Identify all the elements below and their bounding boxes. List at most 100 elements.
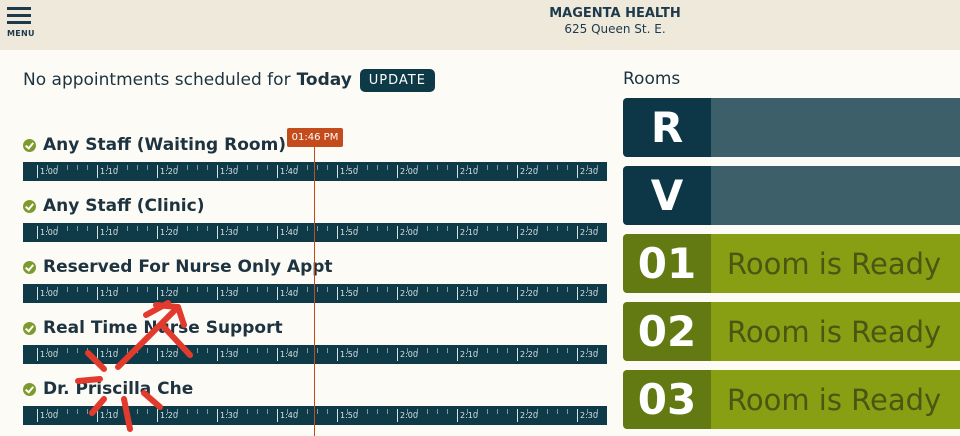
- minor-tick: [87, 409, 88, 414]
- minor-tick: [547, 226, 548, 231]
- minor-tick: [567, 409, 568, 414]
- minor-tick: [147, 287, 148, 292]
- timeline-tick: 2:20: [517, 406, 577, 425]
- minor-tick: [487, 287, 488, 292]
- staff-timeline[interactable]: 1:00 1:10 1:20 1:30 1:40 1:50 2:00 2:10 2:20 2:30: [23, 223, 607, 242]
- staff-timeline[interactable]: 1:00 1:10 1:20 1:30 1:40 1:50 2:00 2:10 2:20 2:30: [23, 162, 607, 181]
- room-tile[interactable]: V: [623, 166, 960, 225]
- minor-tick: [557, 165, 558, 170]
- staff-title[interactable]: Dr. Priscilla Che: [23, 377, 193, 401]
- timeline-label: 1:10: [100, 350, 118, 359]
- staff-timeline[interactable]: 1:00 1:10 1:20 1:30 1:40 1:50 2:00 2:10 2:20 2:30: [23, 345, 607, 364]
- staff-name: Dr. Priscilla Che: [43, 379, 194, 399]
- timeline-tick: 2:00: [397, 284, 457, 303]
- timeline-tick: 2:10: [457, 345, 517, 364]
- minor-tick: [507, 287, 508, 292]
- tick-mark: [577, 287, 578, 300]
- minor-tick: [197, 287, 198, 292]
- timeline-tick: 1:20: [157, 223, 217, 242]
- staff-title[interactable]: Real Time Nurse Support: [23, 316, 283, 340]
- minor-tick: [497, 226, 498, 231]
- timeline-tick: 2:10: [457, 223, 517, 242]
- hamburger-icon-bar: [7, 21, 31, 24]
- minor-tick: [367, 409, 368, 414]
- minor-tick: [387, 287, 388, 292]
- timeline-tick: 2:00: [397, 223, 457, 242]
- minor-tick: [147, 165, 148, 170]
- staff-timeline[interactable]: 1:00 1:10 1:20 1:30 1:40 1:50 2:00 2:10 2:20 2:30: [23, 406, 607, 425]
- minor-tick: [137, 409, 138, 414]
- timeline-tick: 1:40: [277, 284, 337, 303]
- staff-title[interactable]: Any Staff (Waiting Room): [23, 133, 286, 157]
- staff-timeline[interactable]: 1:00 1:10 1:20 1:30 1:40 1:50 2:00 2:10 2:20 2:30: [23, 284, 607, 303]
- clinic-name: MAGENTA HEALTH: [549, 6, 681, 21]
- minor-tick: [437, 409, 438, 414]
- minor-tick: [497, 409, 498, 414]
- minor-tick: [387, 348, 388, 353]
- check-circle-icon: [23, 321, 36, 335]
- minor-tick: [567, 348, 568, 353]
- staff-name: Reserved For Nurse Only Appt: [43, 257, 333, 277]
- minor-tick: [127, 409, 128, 414]
- staff-title[interactable]: Any Staff (Clinic): [23, 194, 204, 218]
- minor-tick: [87, 348, 88, 353]
- timeline-label: 1:50: [340, 411, 358, 420]
- timeline-label: 1:30: [220, 350, 238, 359]
- tick-mark: [457, 409, 458, 422]
- room-tile[interactable]: R: [623, 98, 960, 157]
- staff-title[interactable]: Reserved For Nurse Only Appt: [23, 255, 333, 279]
- timeline-tick: 2:30: [577, 223, 607, 242]
- minor-tick: [507, 165, 508, 170]
- menu-label: MENU: [7, 29, 35, 38]
- minor-tick: [437, 165, 438, 170]
- room-tile[interactable]: 02 Room is Ready: [623, 302, 960, 361]
- menu-button[interactable]: MENU: [6, 6, 35, 40]
- timeline-tick: 1:40: [277, 345, 337, 364]
- tick-mark: [97, 287, 98, 300]
- tick-mark: [217, 409, 218, 422]
- minor-tick: [67, 409, 68, 414]
- tick-mark: [157, 226, 158, 239]
- tick-mark: [397, 165, 398, 178]
- timeline-label: 2:30: [580, 350, 598, 359]
- tick-mark: [577, 165, 578, 178]
- minor-tick: [427, 287, 428, 292]
- status-day: Today: [296, 70, 352, 90]
- hamburger-icon-bar: [7, 14, 31, 17]
- tick-mark: [37, 348, 38, 361]
- minor-tick: [77, 226, 78, 231]
- minor-tick: [307, 409, 308, 414]
- minor-tick: [387, 165, 388, 170]
- timeline-label: 1:20: [160, 411, 178, 420]
- timeline-tick: 1:50: [337, 284, 397, 303]
- timeline-label: 2:30: [580, 411, 598, 420]
- tick-mark: [457, 165, 458, 178]
- minor-tick: [377, 348, 378, 353]
- tick-mark: [577, 226, 578, 239]
- tick-mark: [397, 348, 398, 361]
- minor-tick: [127, 287, 128, 292]
- minor-tick: [137, 348, 138, 353]
- timeline-label: 1:40: [280, 228, 298, 237]
- minor-tick: [317, 226, 318, 231]
- check-circle-icon: [23, 382, 36, 396]
- room-tile[interactable]: 03 Room is Ready: [623, 370, 960, 429]
- timeline-tick: 1:20: [157, 162, 217, 181]
- tick-mark: [217, 165, 218, 178]
- room-status: Room is Ready: [711, 370, 960, 429]
- tick-mark: [397, 287, 398, 300]
- staff-row: Dr. Priscilla Che 1:00 1:10 1:20 1:30 1:40 1:5…: [23, 377, 607, 425]
- staff-name: Any Staff (Clinic): [43, 196, 205, 216]
- timeline-tick: 1:50: [337, 223, 397, 242]
- minor-tick: [137, 165, 138, 170]
- update-button[interactable]: UPDATE: [359, 68, 435, 92]
- minor-tick: [367, 287, 368, 292]
- timeline-label: 1:50: [340, 350, 358, 359]
- minor-tick: [137, 226, 138, 231]
- tick-mark: [217, 348, 218, 361]
- minor-tick: [187, 409, 188, 414]
- timeline-tick: 2:30: [577, 345, 607, 364]
- tick-mark: [517, 226, 518, 239]
- minor-tick: [327, 409, 328, 414]
- room-tile[interactable]: 01 Room is Ready: [623, 234, 960, 293]
